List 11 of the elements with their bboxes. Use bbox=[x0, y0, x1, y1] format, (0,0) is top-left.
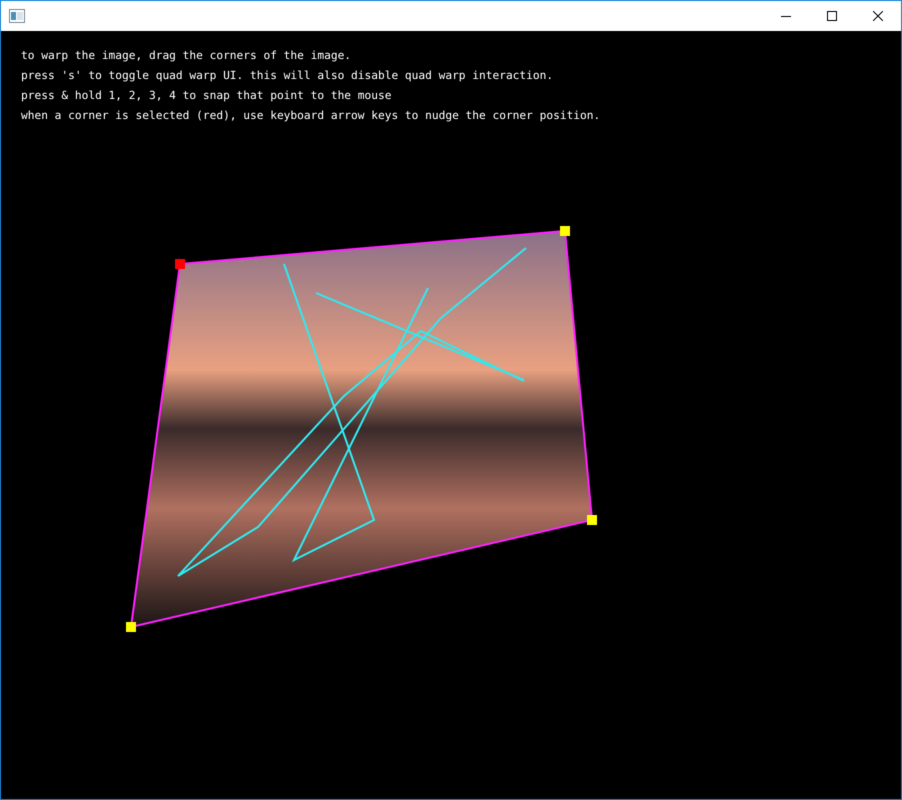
corner-handle[interactable] bbox=[175, 259, 185, 269]
instruction-text: to warp the image, drag the corners of the image. bbox=[21, 48, 352, 64]
maximize-icon bbox=[827, 11, 837, 21]
corner-handle[interactable] bbox=[126, 622, 136, 632]
close-icon bbox=[873, 11, 883, 21]
instruction-text: press 's' to toggle quad warp UI. this will also disable quad warp interaction. bbox=[21, 68, 554, 84]
instruction-text: press & hold 1, 2, 3, 4 to snap that point to the mouse bbox=[21, 88, 392, 104]
corner-handle[interactable] bbox=[560, 226, 570, 236]
app-icon bbox=[9, 9, 25, 23]
corner-handle[interactable] bbox=[587, 515, 597, 525]
instruction-text: when a corner is selected (red), use keyboard arrow keys to nudge the corner position. bbox=[21, 108, 600, 124]
